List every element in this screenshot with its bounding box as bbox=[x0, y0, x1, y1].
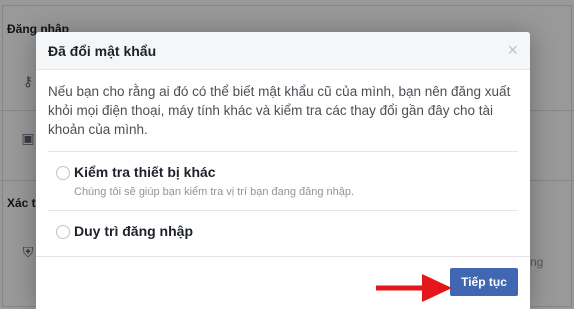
arrow-icon bbox=[376, 274, 452, 302]
option-title: Kiểm tra thiết bị khác bbox=[74, 164, 216, 180]
option-stay-logged-in[interactable]: Duy trì đăng nhập bbox=[48, 210, 518, 239]
radio-icon[interactable] bbox=[56, 225, 70, 239]
option-check-devices[interactable]: Kiểm tra thiết bị khác Chúng tôi sẽ giúp… bbox=[48, 151, 518, 198]
option-subtitle: Chúng tôi sẽ giúp bạn kiểm tra vị trí bạ… bbox=[74, 186, 355, 198]
dialog-title: Đã đổi mật khẩu bbox=[48, 43, 157, 59]
close-icon[interactable]: × bbox=[507, 41, 518, 59]
password-changed-dialog: Đã đổi mật khẩu × Nếu bạn cho rằng ai đó… bbox=[36, 32, 530, 309]
option-title: Duy trì đăng nhập bbox=[74, 223, 193, 239]
dialog-intro-text: Nếu bạn cho rằng ai đó có thể biết mật k… bbox=[48, 84, 511, 137]
radio-icon[interactable] bbox=[56, 166, 70, 180]
arrow-head bbox=[422, 274, 452, 302]
dialog-body: Nếu bạn cho rằng ai đó có thể biết mật k… bbox=[36, 70, 530, 239]
dialog-header: Đã đổi mật khẩu × bbox=[36, 32, 530, 70]
continue-button[interactable]: Tiếp tục bbox=[450, 268, 518, 296]
